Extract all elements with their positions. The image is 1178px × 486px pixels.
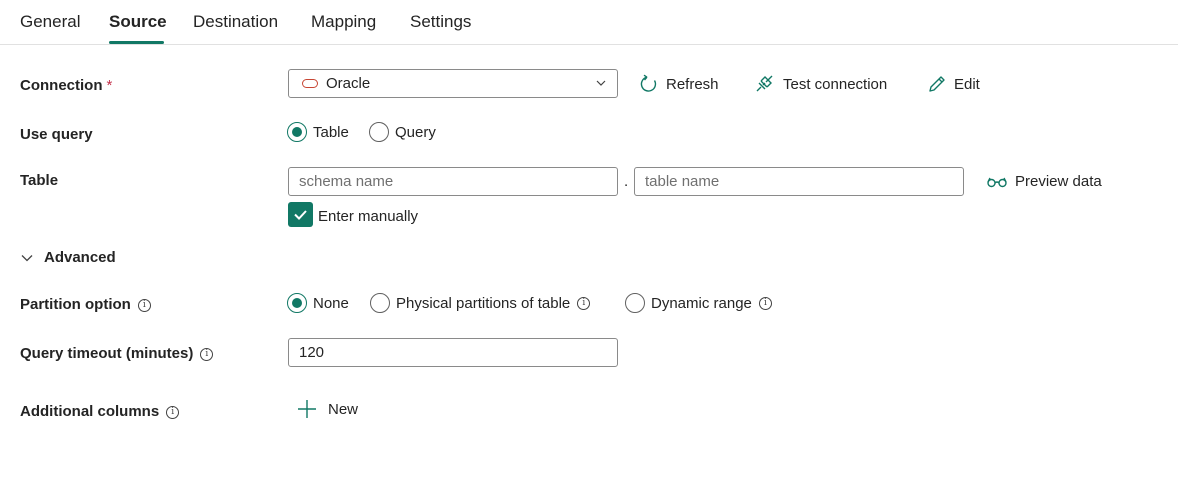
partition-none-radio[interactable]: None xyxy=(287,293,349,313)
info-icon[interactable]: i xyxy=(758,296,772,310)
info-icon[interactable]: i xyxy=(137,299,151,312)
refresh-icon xyxy=(640,74,657,92)
active-tab-indicator xyxy=(109,41,164,44)
info-icon[interactable]: i xyxy=(577,296,591,310)
test-connection-button[interactable]: Test connection xyxy=(754,74,887,94)
query-timeout-input[interactable] xyxy=(288,338,618,367)
radio-checked-icon xyxy=(287,293,307,313)
partition-physical-radio[interactable]: Physical partitions of table i xyxy=(370,293,591,313)
use-query-table-radio[interactable]: Table xyxy=(287,122,349,142)
partition-option-label: Partition option i xyxy=(20,296,151,313)
chevron-down-icon xyxy=(596,80,606,86)
tab-bar: General Source Destination Mapping Setti… xyxy=(0,0,1178,45)
radio-unchecked-icon xyxy=(369,122,389,142)
refresh-button[interactable]: Refresh xyxy=(639,74,719,94)
tab-destination[interactable]: Destination xyxy=(193,12,278,32)
new-label: New xyxy=(328,400,359,418)
plus-icon xyxy=(298,400,316,418)
connection-selected-value: Oracle xyxy=(326,75,371,92)
required-marker: * xyxy=(106,77,113,94)
enter-manually-checkbox[interactable] xyxy=(288,202,313,227)
add-new-column-button[interactable]: New xyxy=(297,399,358,419)
glasses-icon xyxy=(987,177,1007,187)
info-icon[interactable]: i xyxy=(200,348,214,361)
table-name-input[interactable] xyxy=(634,167,964,196)
advanced-label: Advanced xyxy=(44,249,116,266)
advanced-toggle[interactable]: Advanced xyxy=(20,249,116,266)
use-query-label: Use query xyxy=(20,126,93,143)
chevron-down-icon xyxy=(21,254,33,261)
tab-general[interactable]: General xyxy=(20,12,80,32)
connection-dropdown[interactable]: Oracle xyxy=(288,69,618,98)
preview-data-button[interactable]: Preview data xyxy=(986,173,1102,190)
schema-table-separator: . xyxy=(624,173,629,190)
radio-label: Query xyxy=(395,123,436,141)
table-label: Table xyxy=(20,172,59,189)
partition-dynamic-range-radio[interactable]: Dynamic range i xyxy=(625,293,772,313)
radio-label: Physical partitions of table xyxy=(396,294,571,312)
info-icon[interactable]: i xyxy=(166,406,180,419)
radio-label: Dynamic range xyxy=(651,294,752,312)
additional-columns-label: Additional columns i xyxy=(20,403,180,420)
pencil-icon xyxy=(929,76,945,92)
schema-name-input[interactable] xyxy=(288,167,618,196)
enter-manually-label: Enter manually xyxy=(318,208,419,225)
radio-unchecked-icon xyxy=(625,293,645,313)
test-connection-label: Test connection xyxy=(783,75,888,93)
radio-unchecked-icon xyxy=(370,293,390,313)
refresh-label: Refresh xyxy=(666,75,719,93)
plug-icon xyxy=(756,75,773,92)
tab-settings[interactable]: Settings xyxy=(410,12,471,32)
checkmark-icon xyxy=(294,210,307,220)
edit-label: Edit xyxy=(954,75,980,93)
edit-button[interactable]: Edit xyxy=(927,74,980,94)
oracle-icon xyxy=(302,79,318,88)
query-timeout-label: Query timeout (minutes) i xyxy=(20,345,214,362)
radio-checked-icon xyxy=(287,122,307,142)
connection-label: Connection * xyxy=(20,77,113,94)
radio-label: None xyxy=(313,294,349,312)
radio-label: Table xyxy=(313,123,349,141)
tab-source[interactable]: Source xyxy=(109,12,167,32)
use-query-query-radio[interactable]: Query xyxy=(369,122,436,142)
preview-data-label: Preview data xyxy=(1015,173,1102,190)
tab-mapping[interactable]: Mapping xyxy=(311,12,376,32)
